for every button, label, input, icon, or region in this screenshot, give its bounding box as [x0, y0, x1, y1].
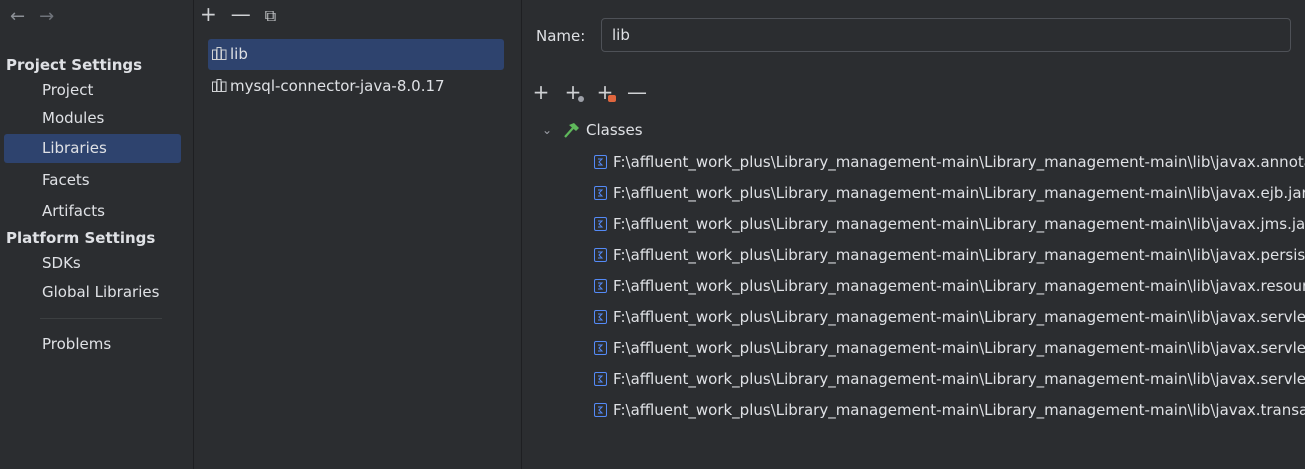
copy-library-icon[interactable]: ⧉ [265, 6, 276, 25]
back-arrow-icon[interactable]: ← [10, 6, 25, 27]
forward-arrow-icon[interactable]: → [39, 6, 54, 27]
library-icon [212, 79, 227, 92]
nav-item-sdks[interactable]: SDKs [4, 249, 181, 278]
class-path-label: F:\affluent_work_plus\Library_management… [613, 401, 1305, 419]
jar-file-icon [594, 341, 607, 355]
jar-file-icon [594, 248, 607, 262]
nav-item-global-libraries[interactable]: Global Libraries [4, 278, 181, 307]
platform-settings-title: Platform Settings [6, 229, 156, 247]
jar-file-icon [594, 217, 607, 231]
nav-item-modules[interactable]: Modules [4, 104, 181, 133]
settings-nav-pane: ← → Project Settings Project Modules Libr… [0, 0, 194, 469]
nav-arrows: ← → [10, 6, 68, 27]
jar-file-icon [594, 279, 607, 293]
hammer-icon [564, 123, 579, 138]
add-directory-icon[interactable]: + [594, 80, 616, 104]
add-library-icon[interactable]: + [200, 2, 217, 26]
jar-file-icon [594, 310, 607, 324]
nav-item-artifacts[interactable]: Artifacts [4, 197, 181, 226]
chevron-down-icon[interactable]: ⌄ [542, 123, 562, 137]
class-path-label: F:\affluent_work_plus\Library_management… [613, 277, 1305, 295]
class-path-label: F:\affluent_work_plus\Library_management… [613, 370, 1305, 388]
nav-item-facets[interactable]: Facets [4, 166, 181, 195]
library-item-lib[interactable]: lib [208, 39, 504, 70]
jar-file-icon [594, 155, 607, 169]
jar-file-icon [594, 403, 607, 417]
add-jar-icon[interactable]: + [562, 80, 584, 104]
library-item-label: lib [230, 45, 248, 63]
library-details-pane: Name: + + + — ⌄ Classes F:\affluent_work… [522, 0, 1305, 469]
class-path-row[interactable]: F:\affluent_work_plus\Library_management… [594, 273, 1305, 299]
nav-separator [40, 318, 162, 319]
class-path-row[interactable]: F:\affluent_work_plus\Library_management… [594, 211, 1305, 237]
class-path-row[interactable]: F:\affluent_work_plus\Library_management… [594, 397, 1305, 423]
class-path-label: F:\affluent_work_plus\Library_management… [613, 184, 1305, 202]
classes-tree-node[interactable]: ⌄ Classes [542, 121, 643, 139]
class-path-label: F:\affluent_work_plus\Library_management… [613, 308, 1305, 326]
nav-item-problems[interactable]: Problems [4, 330, 181, 359]
nav-item-project[interactable]: Project [4, 76, 181, 105]
library-item-mysql-connector[interactable]: mysql-connector-java-8.0.17 [208, 71, 504, 102]
class-path-label: F:\affluent_work_plus\Library_management… [613, 215, 1305, 233]
class-path-label: F:\affluent_work_plus\Library_management… [613, 339, 1305, 357]
class-path-label: F:\affluent_work_plus\Library_management… [613, 246, 1305, 264]
name-label: Name: [536, 27, 586, 45]
remove-icon[interactable]: — [626, 80, 648, 104]
jar-file-icon [594, 372, 607, 386]
class-path-label: F:\affluent_work_plus\Library_management… [613, 153, 1305, 171]
nav-item-libraries[interactable]: Libraries [4, 134, 181, 163]
library-name-input[interactable] [601, 18, 1291, 52]
class-path-row[interactable]: F:\affluent_work_plus\Library_management… [594, 149, 1305, 175]
class-path-row[interactable]: F:\affluent_work_plus\Library_management… [594, 335, 1305, 361]
classes-toolbar: + + + — [530, 80, 648, 104]
libraries-list-pane: + — ⧉ lib mysql-connector-java-8.0.17 [194, 0, 522, 469]
class-path-row[interactable]: F:\affluent_work_plus\Library_management… [594, 242, 1305, 268]
add-icon[interactable]: + [530, 80, 552, 104]
jar-file-icon [594, 186, 607, 200]
project-settings-title: Project Settings [6, 56, 143, 74]
class-path-row[interactable]: F:\affluent_work_plus\Library_management… [594, 304, 1305, 330]
library-item-label: mysql-connector-java-8.0.17 [230, 77, 445, 95]
classes-label: Classes [586, 121, 643, 139]
library-list-toolbar: + — ⧉ [200, 2, 290, 26]
remove-library-icon[interactable]: — [231, 2, 251, 26]
class-path-row[interactable]: F:\affluent_work_plus\Library_management… [594, 180, 1305, 206]
class-path-row[interactable]: F:\affluent_work_plus\Library_management… [594, 366, 1305, 392]
library-icon [212, 47, 227, 60]
